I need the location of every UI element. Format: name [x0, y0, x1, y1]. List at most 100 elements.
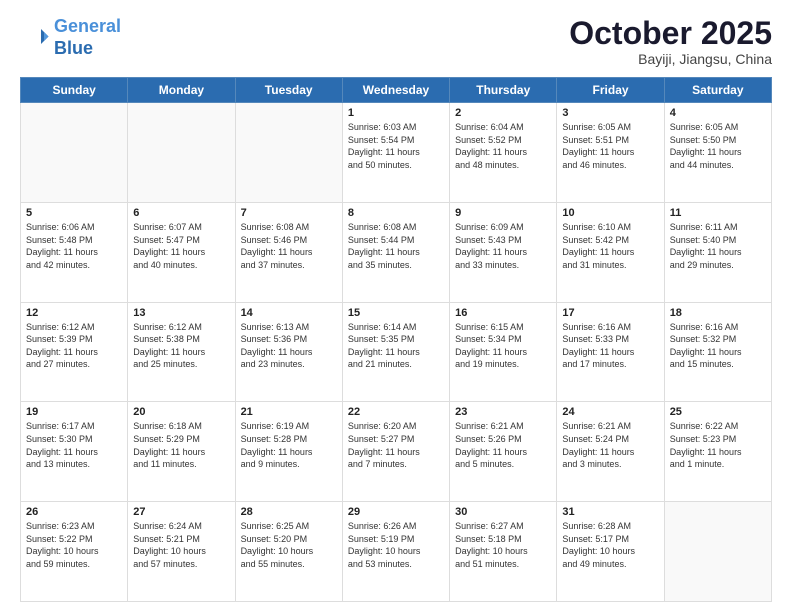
calendar-cell: 31 Sunrise: 6:28 AMSunset: 5:17 PMDayligh…	[557, 502, 664, 602]
day-number: 29	[348, 506, 444, 518]
logo-text: General Blue	[54, 16, 121, 59]
day-number: 14	[241, 307, 337, 319]
day-info: Sunrise: 6:15 AMSunset: 5:34 PMDaylight:…	[455, 321, 551, 371]
calendar-cell: 19 Sunrise: 6:17 AMSunset: 5:30 PMDayligh…	[21, 402, 128, 502]
day-info: Sunrise: 6:25 AMSunset: 5:20 PMDaylight:…	[241, 520, 337, 570]
day-number: 15	[348, 307, 444, 319]
calendar-week-4: 26Sunrise: 6:23 AMSunset: 5:22 PMDayligh…	[21, 502, 772, 602]
calendar-cell: 12Sunrise: 6:12 AMSunset: 5:39 PMDayligh…	[21, 302, 128, 402]
calendar-cell: 8 Sunrise: 6:08 AMSunset: 5:44 PMDaylight…	[342, 202, 449, 302]
calendar-cell: 17 Sunrise: 6:16 AMSunset: 5:33 PMDayligh…	[557, 302, 664, 402]
page: General Blue October 2025 Bayiji, Jiangs…	[0, 0, 792, 612]
calendar-cell: 9 Sunrise: 6:09 AMSunset: 5:43 PMDaylight…	[450, 202, 557, 302]
day-number: 21	[241, 406, 337, 418]
day-number: 17	[562, 307, 658, 319]
day-number: 27	[133, 506, 229, 518]
calendar-cell: 3 Sunrise: 6:05 AMSunset: 5:51 PMDaylight…	[557, 103, 664, 203]
day-number: 23	[455, 406, 551, 418]
day-number: 8	[348, 207, 444, 219]
day-number: 9	[455, 207, 551, 219]
calendar-cell: 21 Sunrise: 6:19 AMSunset: 5:28 PMDayligh…	[235, 402, 342, 502]
calendar-cell: 14Sunrise: 6:13 AMSunset: 5:36 PMDayligh…	[235, 302, 342, 402]
location: Bayiji, Jiangsu, China	[569, 51, 772, 67]
calendar-cell: 27 Sunrise: 6:24 AMSunset: 5:21 PMDayligh…	[128, 502, 235, 602]
calendar-cell: 28 Sunrise: 6:25 AMSunset: 5:20 PMDayligh…	[235, 502, 342, 602]
day-number: 5	[26, 207, 122, 219]
day-number: 30	[455, 506, 551, 518]
calendar-cell: 11Sunrise: 6:11 AMSunset: 5:40 PMDayligh…	[664, 202, 771, 302]
calendar-cell: 23 Sunrise: 6:21 AMSunset: 5:26 PMDayligh…	[450, 402, 557, 502]
calendar-cell: 29 Sunrise: 6:26 AMSunset: 5:19 PMDayligh…	[342, 502, 449, 602]
calendar-week-0: 1 Sunrise: 6:03 AMSunset: 5:54 PMDaylight…	[21, 103, 772, 203]
calendar-cell: 20 Sunrise: 6:18 AMSunset: 5:29 PMDayligh…	[128, 402, 235, 502]
day-info: Sunrise: 6:18 AMSunset: 5:29 PMDaylight:…	[133, 420, 229, 470]
day-info: Sunrise: 6:17 AMSunset: 5:30 PMDaylight:…	[26, 420, 122, 470]
day-info: Sunrise: 6:28 AMSunset: 5:17 PMDaylight:…	[562, 520, 658, 570]
calendar-week-1: 5 Sunrise: 6:06 AMSunset: 5:48 PMDaylight…	[21, 202, 772, 302]
day-number: 16	[455, 307, 551, 319]
day-info: Sunrise: 6:12 AMSunset: 5:38 PMDaylight:…	[133, 321, 229, 371]
day-number: 24	[562, 406, 658, 418]
day-info: Sunrise: 6:24 AMSunset: 5:21 PMDaylight:…	[133, 520, 229, 570]
day-info: Sunrise: 6:16 AMSunset: 5:33 PMDaylight:…	[562, 321, 658, 371]
calendar-header-sunday: Sunday	[21, 78, 128, 103]
day-info: Sunrise: 6:09 AMSunset: 5:43 PMDaylight:…	[455, 221, 551, 271]
calendar-cell: 1 Sunrise: 6:03 AMSunset: 5:54 PMDaylight…	[342, 103, 449, 203]
day-info: Sunrise: 6:10 AMSunset: 5:42 PMDaylight:…	[562, 221, 658, 271]
calendar-cell: 26Sunrise: 6:23 AMSunset: 5:22 PMDayligh…	[21, 502, 128, 602]
calendar-week-3: 19 Sunrise: 6:17 AMSunset: 5:30 PMDayligh…	[21, 402, 772, 502]
calendar-cell: 15Sunrise: 6:14 AMSunset: 5:35 PMDayligh…	[342, 302, 449, 402]
day-number: 2	[455, 107, 551, 119]
calendar-cell: 25Sunrise: 6:22 AMSunset: 5:23 PMDayligh…	[664, 402, 771, 502]
day-info: Sunrise: 6:08 AMSunset: 5:46 PMDaylight:…	[241, 221, 337, 271]
day-info: Sunrise: 6:26 AMSunset: 5:19 PMDaylight:…	[348, 520, 444, 570]
day-info: Sunrise: 6:12 AMSunset: 5:39 PMDaylight:…	[26, 321, 122, 371]
day-number: 25	[670, 406, 766, 418]
day-number: 10	[562, 207, 658, 219]
day-number: 11	[670, 207, 766, 219]
calendar-cell: 24 Sunrise: 6:21 AMSunset: 5:24 PMDayligh…	[557, 402, 664, 502]
calendar-cell	[128, 103, 235, 203]
day-number: 28	[241, 506, 337, 518]
calendar-cell: 18Sunrise: 6:16 AMSunset: 5:32 PMDayligh…	[664, 302, 771, 402]
day-info: Sunrise: 6:04 AMSunset: 5:52 PMDaylight:…	[455, 121, 551, 171]
calendar-cell: 22Sunrise: 6:20 AMSunset: 5:27 PMDayligh…	[342, 402, 449, 502]
day-info: Sunrise: 6:08 AMSunset: 5:44 PMDaylight:…	[348, 221, 444, 271]
day-info: Sunrise: 6:21 AMSunset: 5:24 PMDaylight:…	[562, 420, 658, 470]
calendar-cell	[664, 502, 771, 602]
day-info: Sunrise: 6:05 AMSunset: 5:51 PMDaylight:…	[562, 121, 658, 171]
day-info: Sunrise: 6:23 AMSunset: 5:22 PMDaylight:…	[26, 520, 122, 570]
calendar-cell: 2 Sunrise: 6:04 AMSunset: 5:52 PMDaylight…	[450, 103, 557, 203]
day-number: 3	[562, 107, 658, 119]
calendar-cell: 13 Sunrise: 6:12 AMSunset: 5:38 PMDayligh…	[128, 302, 235, 402]
title-block: October 2025 Bayiji, Jiangsu, China	[569, 16, 772, 67]
day-info: Sunrise: 6:07 AMSunset: 5:47 PMDaylight:…	[133, 221, 229, 271]
day-info: Sunrise: 6:06 AMSunset: 5:48 PMDaylight:…	[26, 221, 122, 271]
day-number: 4	[670, 107, 766, 119]
day-number: 1	[348, 107, 444, 119]
day-number: 31	[562, 506, 658, 518]
calendar-header-thursday: Thursday	[450, 78, 557, 103]
calendar-week-2: 12Sunrise: 6:12 AMSunset: 5:39 PMDayligh…	[21, 302, 772, 402]
calendar-header-friday: Friday	[557, 78, 664, 103]
calendar-cell: 5 Sunrise: 6:06 AMSunset: 5:48 PMDaylight…	[21, 202, 128, 302]
day-number: 22	[348, 406, 444, 418]
day-info: Sunrise: 6:21 AMSunset: 5:26 PMDaylight:…	[455, 420, 551, 470]
calendar-table: SundayMondayTuesdayWednesdayThursdayFrid…	[20, 77, 772, 602]
day-number: 20	[133, 406, 229, 418]
calendar-cell: 30 Sunrise: 6:27 AMSunset: 5:18 PMDayligh…	[450, 502, 557, 602]
calendar-header-monday: Monday	[128, 78, 235, 103]
header: General Blue October 2025 Bayiji, Jiangs…	[20, 16, 772, 67]
calendar-cell: 4Sunrise: 6:05 AMSunset: 5:50 PMDaylight…	[664, 103, 771, 203]
day-info: Sunrise: 6:27 AMSunset: 5:18 PMDaylight:…	[455, 520, 551, 570]
day-info: Sunrise: 6:16 AMSunset: 5:32 PMDaylight:…	[670, 321, 766, 371]
calendar-header-tuesday: Tuesday	[235, 78, 342, 103]
day-info: Sunrise: 6:19 AMSunset: 5:28 PMDaylight:…	[241, 420, 337, 470]
calendar-header-saturday: Saturday	[664, 78, 771, 103]
calendar-cell: 10 Sunrise: 6:10 AMSunset: 5:42 PMDayligh…	[557, 202, 664, 302]
calendar-cell: 16 Sunrise: 6:15 AMSunset: 5:34 PMDayligh…	[450, 302, 557, 402]
day-info: Sunrise: 6:03 AMSunset: 5:54 PMDaylight:…	[348, 121, 444, 171]
day-number: 13	[133, 307, 229, 319]
day-number: 19	[26, 406, 122, 418]
calendar-cell: 7Sunrise: 6:08 AMSunset: 5:46 PMDaylight…	[235, 202, 342, 302]
